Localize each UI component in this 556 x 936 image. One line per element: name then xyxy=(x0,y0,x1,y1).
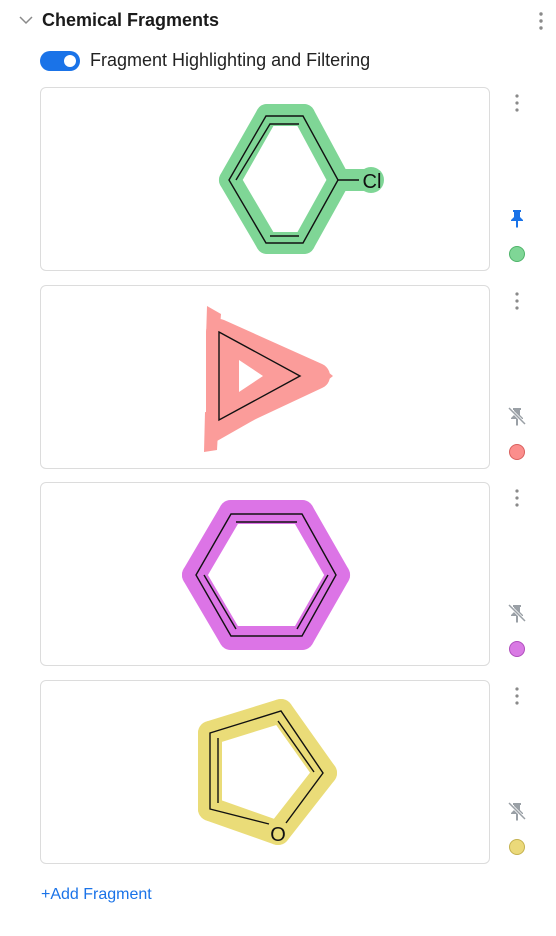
atom-label-cl: Cl xyxy=(363,171,382,193)
unpinned-icon[interactable] xyxy=(506,405,528,427)
fragment-card-benzene[interactable] xyxy=(40,482,490,666)
highlight-color-dot[interactable] xyxy=(509,444,525,460)
more-options-icon[interactable] xyxy=(538,10,544,32)
fragment-card-furan[interactable]: O xyxy=(40,680,490,864)
chevron-down-icon[interactable] xyxy=(18,12,34,28)
add-fragment-link[interactable]: +Add Fragment xyxy=(41,886,152,904)
highlight-filter-toggle-row: Fragment Highlighting and Filtering xyxy=(40,48,520,74)
highlight-color-dot[interactable] xyxy=(509,839,525,855)
fragment-more-icon[interactable] xyxy=(513,488,521,508)
section-title: Chemical Fragments xyxy=(42,10,220,30)
section-header[interactable]: Chemical Fragments xyxy=(18,8,554,34)
highlight-filter-toggle[interactable] xyxy=(40,51,80,71)
fragment-controls-2 xyxy=(500,285,534,469)
fragment-structure-furan: O xyxy=(198,699,337,846)
highlight-color-dot[interactable] xyxy=(509,641,525,657)
highlight-color-dot[interactable] xyxy=(509,246,525,262)
fragment-card-chlorobenzene[interactable]: Cl xyxy=(40,87,490,271)
fragment-card-cyclopropane[interactable] xyxy=(40,285,490,469)
fragment-structure-chlorobenzene: Cl xyxy=(219,104,384,254)
pin-icon[interactable] xyxy=(506,207,528,229)
atom-label-o: O xyxy=(270,824,286,846)
fragment-structure-cyclopropane xyxy=(204,306,333,452)
fragment-structure-benzene xyxy=(182,500,350,650)
fragment-controls-3 xyxy=(500,482,534,666)
fragment-more-icon[interactable] xyxy=(513,686,521,706)
unpinned-icon[interactable] xyxy=(506,800,528,822)
fragment-more-icon[interactable] xyxy=(513,93,521,113)
fragment-more-icon[interactable] xyxy=(513,291,521,311)
toggle-knob xyxy=(64,55,76,67)
toggle-label: Fragment Highlighting and Filtering xyxy=(90,50,371,70)
fragment-controls-1 xyxy=(500,87,534,271)
unpinned-icon[interactable] xyxy=(506,602,528,624)
fragment-controls-4 xyxy=(500,680,534,864)
